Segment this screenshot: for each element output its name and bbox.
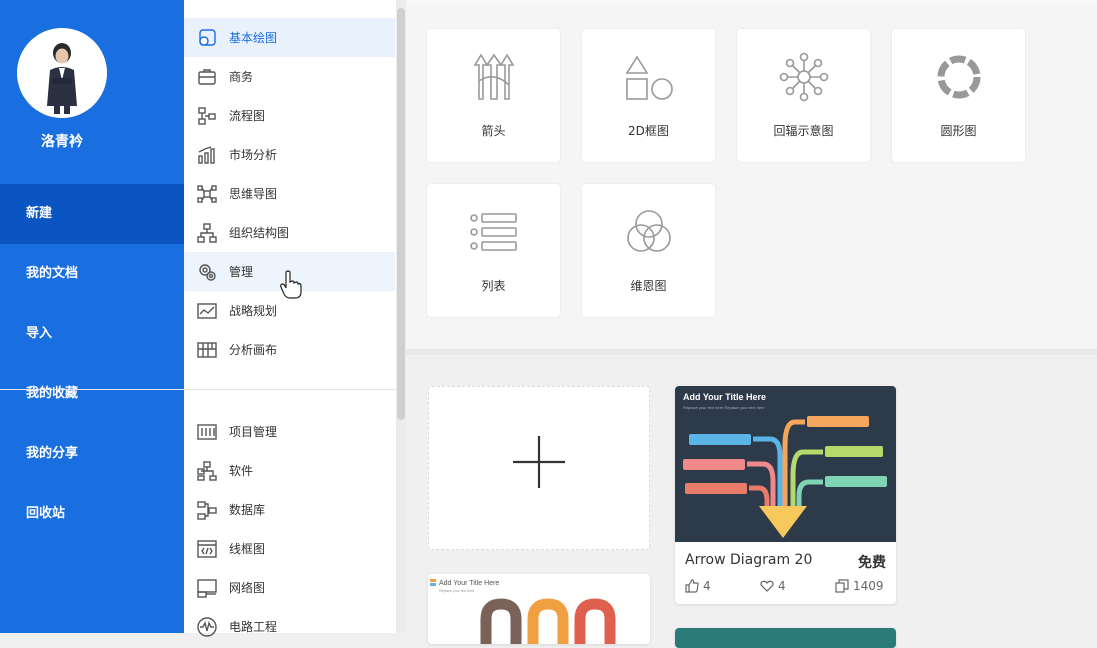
strategy-chart-icon xyxy=(197,302,217,319)
category-network[interactable]: 网络图 xyxy=(184,568,395,607)
shape-tile-label: 圆形图 xyxy=(940,124,977,138)
category-label: 组织结构图 xyxy=(229,226,290,240)
category-divider xyxy=(0,389,396,390)
template-thumbnail: Add Your Title Here Replace your text he… xyxy=(675,386,896,542)
2d-block-shape-icon xyxy=(625,55,673,100)
template-card-arrow-diagram[interactable]: Add Your Title Here Replace your text he… xyxy=(675,386,896,604)
org-chart-icon xyxy=(197,222,217,243)
software-icon xyxy=(197,460,217,481)
user-avatar-icon xyxy=(17,28,107,118)
category-wireframe[interactable]: 线框图 xyxy=(184,529,395,568)
shape-tile-circular[interactable]: 圆形图 xyxy=(892,29,1025,162)
flowchart-icon xyxy=(198,106,216,125)
project-management-icon xyxy=(197,423,217,440)
category-label: 网络图 xyxy=(229,581,266,595)
category-label: 战略规划 xyxy=(229,304,278,318)
category-label: 商务 xyxy=(229,70,254,84)
shape-tile-venn[interactable]: 维恩图 xyxy=(582,184,715,317)
category-label: 线框图 xyxy=(229,542,266,556)
scrollbar-thumb[interactable] xyxy=(397,8,405,420)
template-title: Arrow Diagram 20 xyxy=(685,552,813,568)
shape-tile-2d-block[interactable]: 2D框图 xyxy=(582,29,715,162)
shape-tile-label: 回辐示意图 xyxy=(773,124,834,138)
nav-new[interactable]: 新建 xyxy=(0,184,184,244)
radial-shape-icon xyxy=(779,52,829,102)
shape-tile-label: 箭头 xyxy=(481,124,506,138)
category-label: 数据库 xyxy=(229,503,266,517)
category-flowchart[interactable]: 流程图 xyxy=(184,96,395,135)
shape-tile-label: 维恩图 xyxy=(630,279,667,293)
shape-tile-list[interactable]: 列表 xyxy=(427,184,560,317)
gear-management-icon xyxy=(199,263,216,281)
nav-my-documents[interactable]: 我的文档 xyxy=(0,244,184,304)
circular-shape-icon xyxy=(937,55,981,99)
category-database[interactable]: 数据库 xyxy=(184,490,395,529)
like-stat[interactable]: 4 xyxy=(685,579,711,593)
template-thumbnail-2: Add Your Title Here Replace your text he… xyxy=(428,574,650,644)
category-label: 软件 xyxy=(229,464,254,478)
shape-tile-label: 2D框图 xyxy=(628,124,669,138)
nav-recycle-bin[interactable]: 回收站 xyxy=(0,484,184,544)
category-label: 项目管理 xyxy=(229,425,278,439)
category-business[interactable]: 商务 xyxy=(184,57,395,96)
thumbnail-heading: Add Your Title Here xyxy=(683,392,766,402)
thumbnail-heading-2: Add Your Title Here xyxy=(439,580,499,587)
thumbnail-subheading-2: Replace your text here xyxy=(439,589,474,593)
mind-map-icon xyxy=(197,184,217,203)
category-basic-drawing[interactable]: 基本绘图 xyxy=(184,18,395,57)
nav-my-favorites[interactable]: 我的收藏 xyxy=(0,364,184,424)
copy-count: 1409 xyxy=(853,579,884,593)
favorite-count: 4 xyxy=(778,579,786,593)
category-mind-map[interactable]: 思维导图 xyxy=(184,174,395,213)
category-panel: 基本绘图 商务 流程图 市场分析 思维导图 组织结构图 管理 战略规划 分析画布… xyxy=(184,0,406,637)
template-card-2[interactable]: Add Your Title Here Replace your text he… xyxy=(428,574,650,644)
template-card-3[interactable] xyxy=(675,628,896,648)
category-project-management[interactable]: 项目管理 xyxy=(184,412,395,451)
category-market-analysis[interactable]: 市场分析 xyxy=(184,135,395,174)
nav-my-shares[interactable]: 我的分享 xyxy=(0,424,184,484)
category-circuit[interactable]: 电路工程 xyxy=(184,607,395,646)
user-avatar[interactable] xyxy=(17,28,107,118)
database-icon xyxy=(197,500,217,520)
category-label: 管理 xyxy=(229,265,254,279)
shape-tile-radial[interactable]: 回辐示意图 xyxy=(737,29,870,162)
template-price: 免费 xyxy=(858,555,886,571)
canvas-grid-icon xyxy=(197,341,217,358)
plus-icon xyxy=(513,436,565,488)
wireframe-icon xyxy=(197,539,217,558)
category-label: 流程图 xyxy=(229,109,266,123)
user-name: 洛青衿 xyxy=(41,134,83,150)
shape-tile-arrows[interactable]: 箭头 xyxy=(427,29,560,162)
circuit-icon xyxy=(197,616,217,637)
category-label: 思维导图 xyxy=(229,187,278,201)
sidebar: 洛青衿 新建 我的文档 导入 我的收藏 我的分享 回收站 xyxy=(0,0,184,633)
favorite-stat[interactable]: 4 xyxy=(760,579,786,593)
shape-tile-label: 列表 xyxy=(481,279,506,293)
copy-stat[interactable]: 1409 xyxy=(835,579,884,593)
copy-icon xyxy=(835,579,849,593)
category-org-chart[interactable]: 组织结构图 xyxy=(184,213,395,252)
heart-icon xyxy=(760,580,774,592)
thumbnail-subheading: Replace your text here Replace your text… xyxy=(683,405,765,410)
venn-shape-icon xyxy=(627,210,671,252)
category-software[interactable]: 软件 xyxy=(184,451,395,490)
list-shape-icon xyxy=(470,213,517,251)
category-label: 分析画布 xyxy=(229,343,278,357)
arrows-shape-icon xyxy=(473,53,515,100)
category-label: 基本绘图 xyxy=(229,31,278,45)
bar-chart-icon xyxy=(198,145,215,164)
nav-import[interactable]: 导入 xyxy=(0,304,184,364)
network-icon xyxy=(197,578,217,598)
category-scrollbar[interactable] xyxy=(396,0,406,633)
basic-drawing-icon xyxy=(199,28,216,46)
thumbs-up-icon xyxy=(685,579,699,593)
category-label: 电路工程 xyxy=(229,620,278,634)
hand-cursor-icon xyxy=(280,270,302,299)
category-label: 市场分析 xyxy=(229,148,278,162)
like-count: 4 xyxy=(703,579,711,593)
new-blank-card[interactable] xyxy=(428,386,650,550)
briefcase-icon xyxy=(198,68,216,85)
category-analysis-canvas[interactable]: 分析画布 xyxy=(184,330,395,369)
